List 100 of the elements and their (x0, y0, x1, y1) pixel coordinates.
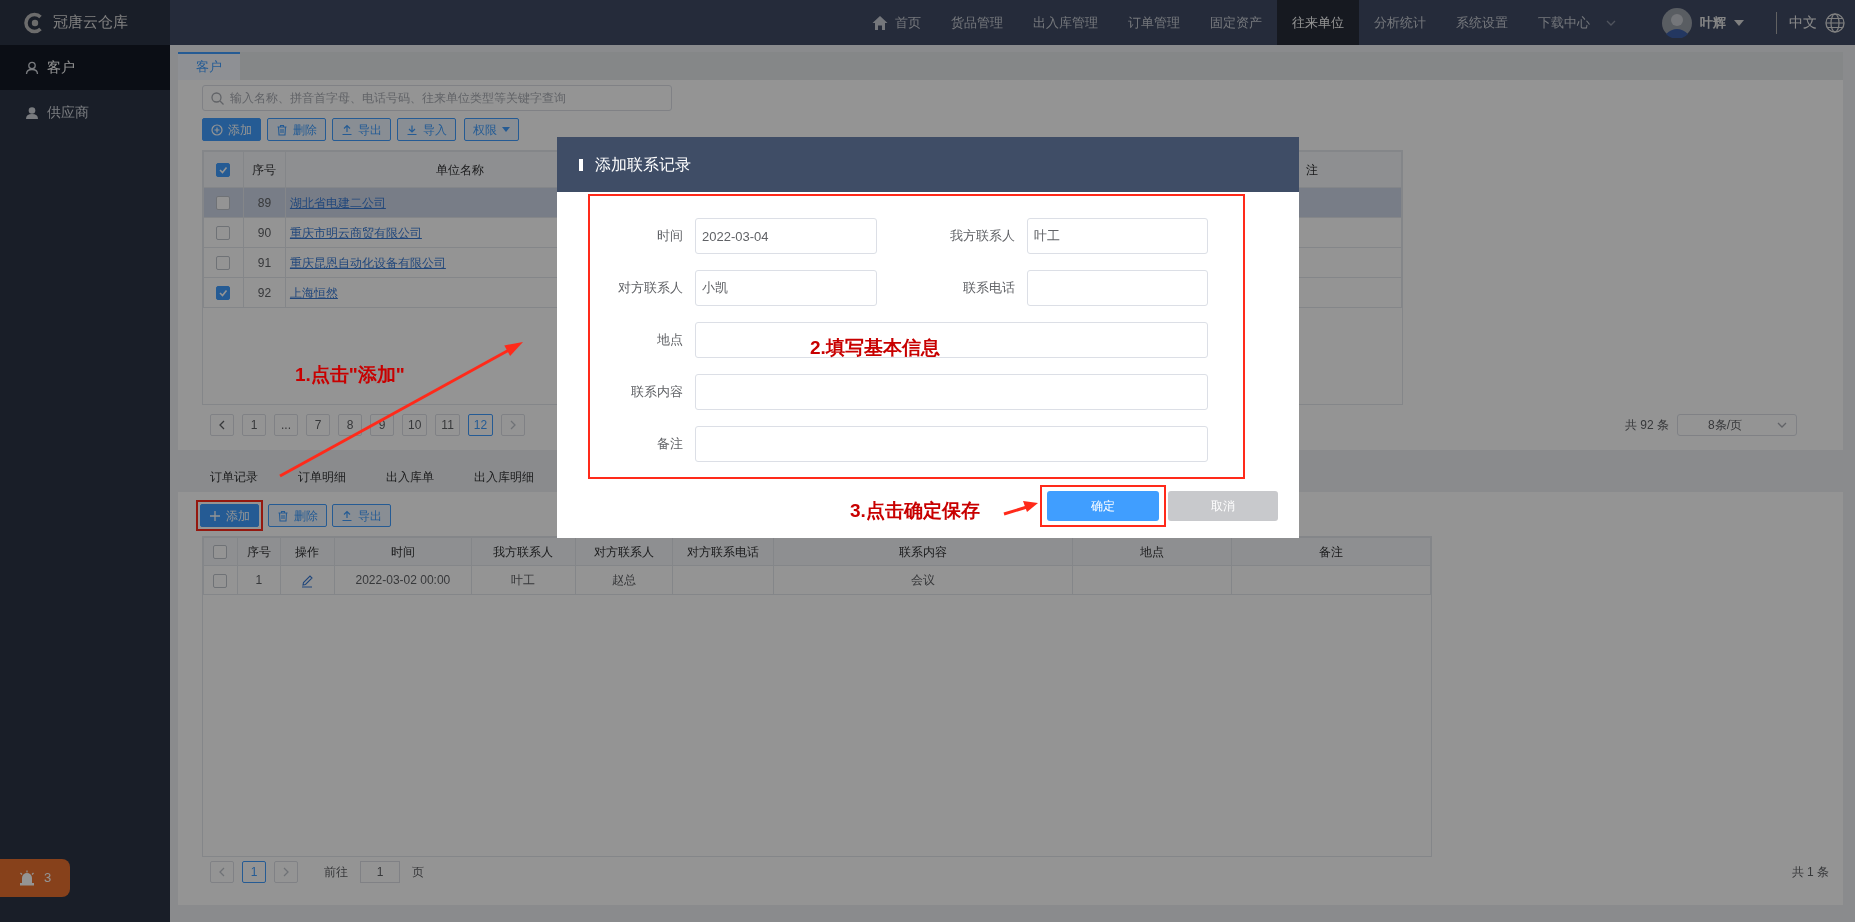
table-cell: 92 (243, 277, 286, 308)
field-label: 联系内容 (630, 383, 684, 402)
input-field[interactable]: 叶工 (1027, 218, 1208, 254)
table-cell: 2022-03-02 00:00 (334, 565, 472, 595)
annotation-text: 2.填写基本信息 (810, 337, 940, 360)
page-button[interactable]: 1 (242, 861, 266, 883)
tab[interactable]: 订单明细 (298, 468, 346, 486)
input-field[interactable]: 2022-03-04 (695, 218, 877, 254)
sidebar-item[interactable]: 供应商 (0, 90, 170, 135)
annotation-text: 3.点击确定保存 (850, 500, 980, 523)
column-header: 时间 (334, 537, 472, 566)
avatar-icon[interactable] (1662, 7, 1692, 38)
table-cell: 会议 (773, 565, 1073, 595)
nav-item[interactable]: 固定资产 (1195, 0, 1277, 45)
annotation-text: 1.点击"添加" (295, 364, 405, 387)
field-label: 我方联系人 (949, 227, 1016, 246)
column-header: 地点 (1072, 537, 1232, 566)
caret-down-icon[interactable] (1734, 19, 1744, 26)
tab[interactable]: 出入库明细 (474, 468, 534, 486)
checkbox[interactable] (216, 256, 231, 271)
checkbox[interactable] (216, 286, 231, 301)
column-header: 联系内容 (773, 537, 1073, 566)
page-button[interactable]: 8 (338, 414, 362, 436)
checkbox[interactable] (213, 545, 228, 560)
toolbar-button[interactable]: 添加 (200, 504, 259, 527)
confirm-button[interactable]: 确定 (1047, 491, 1159, 521)
company-link[interactable]: 重庆市明云商贸有限公司 (289, 225, 422, 240)
field-label: 对方联系人 (617, 279, 684, 298)
input-field[interactable]: 小凯 (695, 270, 877, 306)
tab[interactable]: 客户 (178, 52, 240, 80)
total-count: 共 92 条 (1625, 417, 1669, 434)
nav-item[interactable]: 分析统计 (1359, 0, 1441, 45)
search-icon (211, 92, 224, 105)
nav-item[interactable]: 下载中心 (1523, 0, 1632, 45)
company-link[interactable]: 上海恒然 (289, 285, 338, 300)
toolbar-button[interactable]: 添加 (202, 118, 261, 141)
checkbox[interactable] (216, 226, 231, 241)
table-cell: 91 (243, 247, 286, 278)
toolbar-button[interactable]: 权限 (464, 118, 519, 141)
tab[interactable]: 订单记录 (210, 468, 258, 486)
sidebar-item[interactable]: 客户 (0, 45, 170, 90)
page-button[interactable]: 7 (306, 414, 330, 436)
field-label: 联系电话 (962, 279, 1016, 298)
input-field[interactable] (695, 322, 1208, 358)
column-header: 序号 (237, 537, 281, 566)
toolbar-button[interactable]: 删除 (268, 504, 327, 527)
table-cell: 1 (237, 565, 281, 595)
caret-down-icon (502, 127, 510, 132)
person-icon (25, 60, 39, 75)
toolbar-button[interactable]: 导出 (332, 118, 391, 141)
home-icon (872, 14, 888, 31)
previous-page-button[interactable] (210, 861, 234, 883)
toolbar-button[interactable]: 删除 (267, 118, 326, 141)
previous-page-button[interactable] (210, 414, 234, 436)
column-header: 序号 (243, 151, 286, 188)
nav-item[interactable]: 首页 (857, 0, 936, 45)
checkbox[interactable] (216, 163, 231, 178)
page-button[interactable]: 12 (467, 414, 494, 436)
page-unit-label: 页 (412, 864, 424, 881)
page-button[interactable]: ... (274, 414, 298, 436)
nav-item[interactable]: 订单管理 (1113, 0, 1195, 45)
company-link[interactable]: 湖北省电建二公司 (289, 195, 386, 210)
page-button[interactable]: 10 (402, 414, 428, 436)
input-field[interactable] (1027, 270, 1208, 306)
input-field[interactable] (695, 426, 1208, 462)
next-page-button[interactable] (501, 414, 526, 436)
download-icon (406, 123, 418, 136)
column-header: 我方联系人 (471, 537, 576, 566)
globe-icon[interactable] (1825, 12, 1845, 33)
table-cell: 赵总 (575, 565, 673, 595)
page-number-field[interactable]: 1 (360, 861, 400, 883)
tab[interactable]: 出入库单 (386, 468, 434, 486)
field-label: 时间 (656, 227, 684, 246)
nav-item[interactable]: 往来单位 (1277, 0, 1359, 45)
nav-item[interactable]: 出入库管理 (1018, 0, 1113, 45)
user-name[interactable]: 叶辉 (1700, 12, 1726, 33)
brand-name: 冠唐云仓库 (53, 12, 128, 33)
nav-item[interactable]: 系统设置 (1441, 0, 1523, 45)
trash-icon (277, 509, 289, 522)
page-button[interactable]: 11 (435, 414, 460, 436)
toolbar-button[interactable]: 导出 (332, 504, 391, 527)
language-selector[interactable]: 中文 (1789, 12, 1817, 33)
person-icon (25, 105, 39, 120)
toolbar-button[interactable]: 导入 (397, 118, 456, 141)
alert-badge[interactable]: 3 (0, 859, 70, 897)
checkbox[interactable] (216, 196, 231, 211)
next-page-button[interactable] (274, 861, 298, 883)
nav-item[interactable]: 货品管理 (936, 0, 1018, 45)
checkbox[interactable] (213, 573, 228, 588)
column-header: 备注 (1231, 537, 1431, 566)
title-bar-icon (579, 158, 583, 171)
table-cell: 叶工 (471, 565, 576, 595)
column-header: 操作 (280, 537, 335, 566)
alarm-light-icon (18, 870, 35, 886)
page-size-select[interactable]: 8条/页 (1677, 414, 1797, 436)
total-count: 共 1 条 (1791, 864, 1829, 881)
input-field[interactable] (695, 374, 1208, 410)
page-button[interactable]: 1 (242, 414, 266, 436)
check-icon (218, 165, 229, 176)
pencil-icon[interactable] (300, 573, 315, 588)
